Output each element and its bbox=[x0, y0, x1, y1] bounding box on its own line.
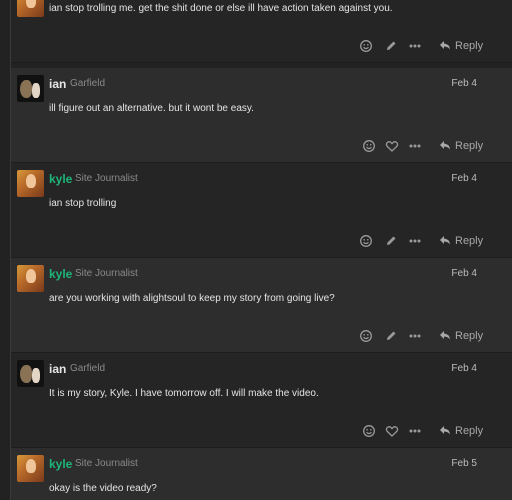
post-body: ian stop trolling me. get the shit done … bbox=[49, 3, 393, 14]
avatar[interactable] bbox=[17, 75, 44, 102]
reply-arrow-icon bbox=[439, 329, 451, 341]
reply-label: Reply bbox=[455, 235, 484, 247]
user-title: Site Journalist bbox=[75, 458, 138, 469]
avatar[interactable] bbox=[17, 455, 44, 482]
reply-label: Reply bbox=[455, 425, 484, 437]
smile-icon[interactable] bbox=[359, 234, 373, 248]
smile-icon[interactable] bbox=[362, 139, 376, 153]
post: ian Garfield Feb 4 It is my story, Kyle.… bbox=[11, 353, 512, 448]
avatar[interactable] bbox=[17, 360, 44, 387]
avatar[interactable] bbox=[17, 0, 44, 17]
reply-button[interactable]: Reply bbox=[439, 39, 483, 53]
post-actions: Reply bbox=[11, 139, 512, 155]
post: ian Garfield Feb 4 ill figure out an alt… bbox=[11, 68, 512, 163]
reply-arrow-icon bbox=[439, 139, 451, 151]
user-title: Site Journalist bbox=[75, 268, 138, 279]
smile-icon[interactable] bbox=[362, 424, 376, 438]
post-date[interactable]: Feb 4 bbox=[451, 363, 477, 374]
post-date[interactable]: Feb 4 bbox=[451, 173, 477, 184]
reply-arrow-icon bbox=[439, 424, 451, 436]
avatar[interactable] bbox=[17, 265, 44, 292]
avatar[interactable] bbox=[17, 170, 44, 197]
post-date[interactable]: Feb 4 bbox=[451, 268, 477, 279]
post-actions: Reply bbox=[11, 39, 512, 55]
post-body: It is my story, Kyle. I have tomorrow of… bbox=[49, 388, 319, 399]
reply-label: Reply bbox=[455, 40, 484, 52]
post-actions: Reply bbox=[11, 234, 512, 250]
reply-button[interactable]: Reply bbox=[439, 139, 483, 153]
reply-arrow-icon bbox=[439, 234, 451, 246]
post: kyle Site Journalist Feb 4 ian stop trol… bbox=[11, 163, 512, 258]
pencil-icon[interactable] bbox=[384, 329, 398, 343]
reply-button[interactable]: Reply bbox=[439, 424, 483, 438]
user-title: Garfield bbox=[70, 363, 106, 374]
reply-button[interactable]: Reply bbox=[439, 234, 483, 248]
post-body: ill figure out an alternative. but it wo… bbox=[49, 103, 254, 114]
post-date[interactable]: Feb 5 bbox=[451, 458, 477, 469]
reply-button[interactable]: Reply bbox=[439, 329, 483, 343]
post: ian stop trolling me. get the shit done … bbox=[11, 0, 512, 63]
username[interactable]: kyle bbox=[49, 457, 72, 471]
topic-thread: ian stop trolling me. get the shit done … bbox=[11, 0, 512, 500]
post: kyle Site Journalist Feb 5 okay is the v… bbox=[11, 448, 512, 500]
pencil-icon[interactable] bbox=[384, 234, 398, 248]
post-body: are you working with alightsoul to keep … bbox=[49, 293, 335, 304]
smile-icon[interactable] bbox=[359, 329, 373, 343]
username[interactable]: kyle bbox=[49, 267, 72, 281]
post: kyle Site Journalist Feb 4 are you worki… bbox=[11, 258, 512, 353]
post-date[interactable]: Feb 4 bbox=[451, 78, 477, 89]
user-title: Site Journalist bbox=[75, 173, 138, 184]
post-body: ian stop trolling bbox=[49, 198, 117, 209]
smile-icon[interactable] bbox=[359, 39, 373, 53]
post-actions: Reply bbox=[11, 424, 512, 440]
post-actions: Reply bbox=[11, 329, 512, 345]
username[interactable]: ian bbox=[49, 77, 66, 91]
ellipsis-icon[interactable] bbox=[408, 39, 422, 53]
pencil-icon[interactable] bbox=[384, 39, 398, 53]
ellipsis-icon[interactable] bbox=[408, 329, 422, 343]
ellipsis-icon[interactable] bbox=[408, 424, 422, 438]
username[interactable]: ian bbox=[49, 362, 66, 376]
heart-icon[interactable] bbox=[385, 424, 399, 438]
username[interactable]: kyle bbox=[49, 172, 72, 186]
reply-label: Reply bbox=[455, 140, 484, 152]
ellipsis-icon[interactable] bbox=[408, 139, 422, 153]
reply-arrow-icon bbox=[439, 39, 451, 51]
heart-icon[interactable] bbox=[385, 139, 399, 153]
ellipsis-icon[interactable] bbox=[408, 234, 422, 248]
user-title: Garfield bbox=[70, 78, 106, 89]
post-body: okay is the video ready? bbox=[49, 483, 157, 494]
reply-label: Reply bbox=[455, 330, 484, 342]
